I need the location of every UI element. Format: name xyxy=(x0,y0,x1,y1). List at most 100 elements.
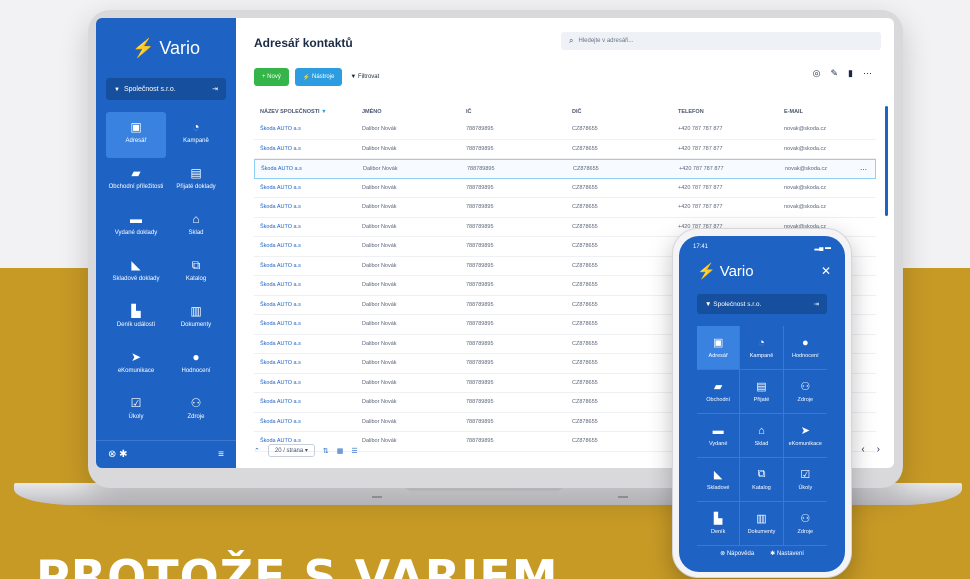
sidebar-item[interactable]: ▣ Adresář xyxy=(106,112,166,158)
logout-icon[interactable]: ⇥ xyxy=(814,300,819,308)
collapse-up-icon[interactable]: ⌃ xyxy=(254,447,260,455)
phone-menu-item[interactable]: ⚇ Zdroje xyxy=(783,502,827,546)
table-row[interactable]: Škoda AUTO a.s Dalibor Novák 788789895 CZ87… xyxy=(254,140,876,159)
table-cell: +420 787 787 877 xyxy=(678,145,723,152)
search-input[interactable]: ⌕ Hledejte v adresáři... xyxy=(561,32,881,50)
column-header[interactable]: TELEFON xyxy=(678,109,784,115)
caret-down-icon: ▼ xyxy=(114,86,120,93)
grid-view-icon[interactable]: ▦ xyxy=(337,447,344,455)
phone-logo[interactable]: ⚡ Vario xyxy=(697,262,754,280)
delete-icon[interactable]: ▮ xyxy=(848,68,853,79)
collapse-icon[interactable]: ≡ xyxy=(218,449,224,460)
scrollbar[interactable] xyxy=(885,106,888,216)
sidebar: ⚡ Vario ▼ Společnost s.r.o. ⇥ ▣ Adresář ◔ Kam… xyxy=(96,18,236,468)
filter-button[interactable]: ▼ Filtrovat xyxy=(348,68,381,86)
column-header[interactable]: NÁZEV SPOLEČNOSTI ▼ xyxy=(260,109,362,115)
table-cell: Dalibor Novák xyxy=(362,301,397,308)
phone-menu-item[interactable]: ⌂ Sklad xyxy=(740,414,784,458)
table-cell: Dalibor Novák xyxy=(362,184,397,191)
sidebar-item[interactable]: ⌂ Sklad xyxy=(166,204,226,250)
columns-icon[interactable]: ⇅ xyxy=(323,447,329,455)
phone-menu-label: Adresář xyxy=(708,353,728,359)
send-icon: ➤ xyxy=(800,425,810,437)
page-title: Adresář kontaktů xyxy=(254,36,353,50)
table-cell: CZ878655 xyxy=(572,379,598,386)
phone-menu-item[interactable]: ▰ Obchodní xyxy=(697,370,741,414)
briefcase-icon: ▰ xyxy=(713,381,723,393)
sidebar-item[interactable]: ▥ Dokumenty xyxy=(166,296,226,342)
document-out-icon: ▬ xyxy=(130,212,142,226)
company-switcher[interactable]: ▼ Společnost s.r.o. ⇥ xyxy=(106,78,226,100)
table-cell: Dalibor Novák xyxy=(362,418,397,425)
table-cell: Škoda AUTO a.s xyxy=(260,223,301,230)
row-more-icon[interactable]: ⋯ xyxy=(860,166,867,174)
sidebar-item[interactable]: ⚇ Zdroje xyxy=(166,388,226,434)
phone-menu-label: Vydané xyxy=(708,440,728,447)
phone-menu-item[interactable]: ▬ Vydané xyxy=(697,414,741,458)
phone-help[interactable]: ⊗ Nápověda xyxy=(720,550,754,557)
phone-settings[interactable]: ✱ Nastavení xyxy=(770,550,804,557)
sidebar-item[interactable]: ⧉ Katalog xyxy=(166,250,226,296)
tools-button[interactable]: ⚡ Nástroje xyxy=(294,68,343,86)
table-row[interactable]: Škoda AUTO a.s Dalibor Novák 788789895 CZ87… xyxy=(254,120,876,140)
more-icon[interactable]: ⋯ xyxy=(863,68,872,79)
logo[interactable]: ⚡ Vario xyxy=(96,38,236,59)
phone-company-switcher[interactable]: ▼ Společnost s.r.o. ⇥ xyxy=(697,294,827,314)
briefcase-icon: ▰ xyxy=(131,166,141,180)
sidebar-item[interactable]: ➤ eKomunikace xyxy=(106,342,166,388)
sidebar-item-label: Skladové doklady xyxy=(112,276,160,283)
column-header[interactable]: E-MAIL xyxy=(784,109,882,115)
phone-menu-label: Přijaté xyxy=(753,397,770,403)
next-page-icon[interactable]: › xyxy=(877,444,880,455)
sort-icon[interactable]: ▼ xyxy=(320,109,326,115)
close-icon[interactable]: ✕ xyxy=(821,264,831,278)
phone-menu-item[interactable]: ▣ Adresář xyxy=(697,326,741,370)
table-row[interactable]: Škoda AUTO a.s Dalibor Novák 788789895 CZ87… xyxy=(254,198,876,218)
edit-icon[interactable]: ✎ xyxy=(831,68,839,79)
table-row[interactable]: Škoda AUTO a.s Dalibor Novák 788789895 CZ87… xyxy=(254,159,876,179)
search-placeholder: Hledejte v adresáři... xyxy=(578,38,634,44)
phone-menu-item[interactable]: ☑ Úkoly xyxy=(783,458,827,502)
table-cell: 788789895 xyxy=(466,438,494,445)
settings-icon[interactable]: ✱ xyxy=(119,449,127,460)
table-cell: 788789895 xyxy=(466,301,494,308)
sidebar-item-label: Katalog xyxy=(185,276,207,283)
sidebar-item[interactable]: ▬ Vydané doklady xyxy=(106,204,166,250)
list-view-icon[interactable]: ☰ xyxy=(351,447,357,455)
logout-icon[interactable]: ⇥ xyxy=(212,85,218,93)
column-header[interactable]: IČ xyxy=(466,109,572,115)
sidebar-item[interactable]: ◣ Skladové doklady xyxy=(106,250,166,296)
phone-menu-item[interactable]: ⧉ Katalog xyxy=(740,458,784,502)
refresh-icon[interactable]: ◎ xyxy=(813,68,821,79)
table-cell: CZ878655 xyxy=(572,438,598,445)
phone-menu-label: Skladové xyxy=(706,485,730,491)
table-cell: Škoda AUTO a.s xyxy=(260,399,301,406)
phone-menu-item[interactable]: ▤ Přijaté xyxy=(740,370,784,414)
prev-page-icon[interactable]: ‹ xyxy=(861,444,864,455)
help-icon[interactable]: ⊗ xyxy=(108,449,116,460)
phone-menu-item[interactable]: ◔ Kampaně xyxy=(740,326,784,370)
phone-menu-item[interactable]: ● Hodnocení xyxy=(783,326,827,370)
table-cell: 788789895 xyxy=(466,145,494,152)
phone-menu-item[interactable]: ◣ Skladové xyxy=(697,458,741,502)
phone-menu-item[interactable]: ▥ Dokumenty xyxy=(740,502,784,546)
sidebar-item[interactable]: ▰ Obchodní příležitosti xyxy=(106,158,166,204)
phone-menu-item[interactable]: ➤ eKomunikace xyxy=(783,414,827,458)
table-cell: Škoda AUTO a.s xyxy=(261,165,302,172)
new-button[interactable]: + Nový xyxy=(254,68,289,86)
table-cell: CZ878655 xyxy=(572,184,598,191)
table-cell: 788789895 xyxy=(466,282,494,289)
sidebar-item[interactable]: ● Hodnocení xyxy=(166,342,226,388)
sidebar-item[interactable]: ▙ Deník událostí xyxy=(106,296,166,342)
sidebar-item[interactable]: ▤ Přijaté doklady xyxy=(166,158,226,204)
column-header[interactable]: DIČ xyxy=(572,109,678,115)
marketing-hero: PROTOŽE S VARIEM ⚡ Vario ▼ Společnost s.r.… xyxy=(0,0,970,579)
table-cell: Škoda AUTO a.s xyxy=(260,262,301,269)
sidebar-item[interactable]: ◔ Kampaně xyxy=(166,112,226,158)
column-header[interactable]: JMÉNO xyxy=(362,109,466,115)
phone-menu-item[interactable]: ⚇ Zdroje xyxy=(783,370,827,414)
table-row[interactable]: Škoda AUTO a.s Dalibor Novák 788789895 CZ87… xyxy=(254,179,876,198)
per-page-select[interactable]: 20 / strana ▾ xyxy=(267,444,315,457)
sidebar-item[interactable]: ☑ Úkoly xyxy=(106,388,166,434)
phone-menu-item[interactable]: ▙ Deník xyxy=(697,502,741,546)
